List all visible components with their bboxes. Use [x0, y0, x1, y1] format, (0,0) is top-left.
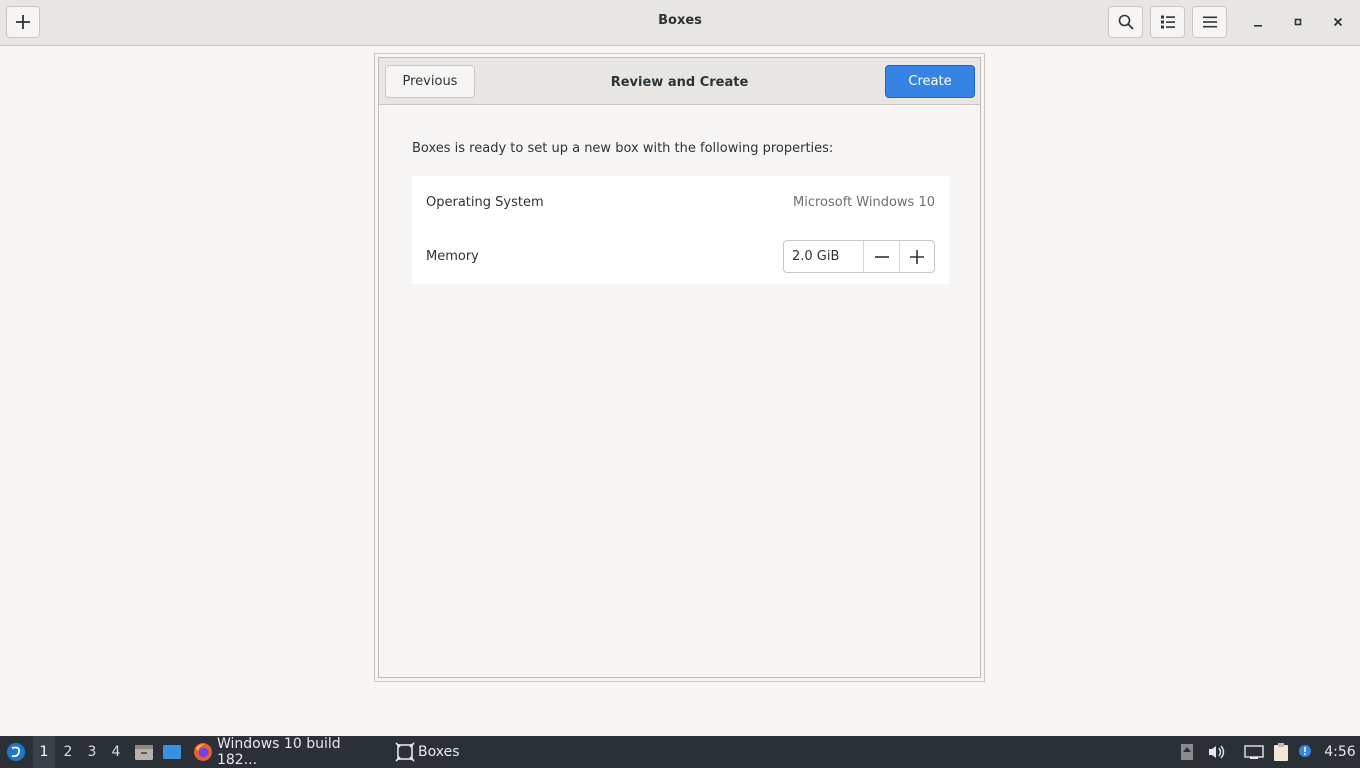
workspace-3[interactable]: 3: [81, 736, 103, 768]
tray-notifications[interactable]: [1296, 736, 1314, 768]
memory-input[interactable]: 2.0 GiB: [784, 241, 865, 272]
plus-icon: [910, 249, 925, 264]
dialog-header: Previous Review and Create Create: [379, 58, 980, 105]
os-value: Microsoft Windows 10: [793, 195, 935, 210]
tray-volume[interactable]: [1206, 736, 1226, 768]
notification-icon: [1299, 745, 1311, 757]
minimize-button[interactable]: [1246, 10, 1270, 34]
memory-decrease-button[interactable]: [864, 241, 899, 272]
start-menu-button[interactable]: [4, 736, 28, 768]
firefox-icon: [193, 743, 212, 761]
volume-icon: [1209, 745, 1225, 759]
properties-list: Operating System Microsoft Windows 10 Me…: [412, 176, 949, 284]
intro-text: Boxes is ready to set up a new box with …: [412, 141, 834, 156]
tray-network[interactable]: [1243, 736, 1265, 768]
close-icon: [1333, 17, 1343, 27]
task-firefox-label: Windows 10 build 182...: [216, 736, 341, 768]
boxes-icon: [395, 742, 415, 762]
file-manager-launcher[interactable]: [133, 736, 155, 768]
workspace-2[interactable]: 2: [57, 736, 79, 768]
tray-updates[interactable]: [1178, 736, 1196, 768]
task-boxes-label: Boxes: [418, 744, 460, 760]
hamburger-menu-icon: [1202, 16, 1217, 28]
close-button[interactable]: [1326, 10, 1350, 34]
maximize-button[interactable]: [1286, 10, 1310, 34]
workspace-4[interactable]: 4: [105, 736, 127, 768]
assistant-dialog: Previous Review and Create Create Boxes …: [374, 53, 985, 682]
network-icon: [1244, 745, 1264, 759]
view-toggle-button[interactable]: [1150, 6, 1185, 38]
search-icon: [1118, 14, 1134, 30]
list-view-icon: [1160, 15, 1175, 29]
tray-clipboard[interactable]: [1270, 736, 1292, 768]
workspace-1[interactable]: 1: [33, 736, 55, 768]
task-firefox[interactable]: Windows 10 build 182...: [193, 736, 385, 768]
distro-logo-icon: [7, 743, 25, 761]
taskbar: 1 2 3 4 Windows 10 build 182... Boxes 4:…: [0, 736, 1360, 768]
search-button[interactable]: [1108, 6, 1143, 38]
task-boxes[interactable]: Boxes: [395, 736, 465, 768]
desktop-launcher[interactable]: [161, 736, 183, 768]
os-label: Operating System: [426, 195, 544, 210]
window-headerbar: Boxes: [0, 0, 1360, 46]
file-manager-icon: [135, 745, 153, 760]
desktop-icon: [163, 745, 181, 759]
clock[interactable]: 4:56: [1320, 736, 1360, 768]
minimize-icon: [1254, 25, 1262, 27]
maximize-icon: [1294, 18, 1302, 26]
memory-increase-button[interactable]: [899, 241, 934, 272]
minus-icon: [874, 255, 889, 258]
tray-arrow-icon: [1181, 744, 1193, 760]
memory-spinbutton[interactable]: 2.0 GiB: [783, 240, 935, 273]
clipboard-icon: [1274, 743, 1288, 761]
memory-label: Memory: [426, 249, 479, 264]
assistant-dialog-frame: Previous Review and Create Create Boxes …: [378, 57, 981, 678]
main-menu-button[interactable]: [1192, 6, 1227, 38]
create-button[interactable]: Create: [885, 65, 975, 98]
